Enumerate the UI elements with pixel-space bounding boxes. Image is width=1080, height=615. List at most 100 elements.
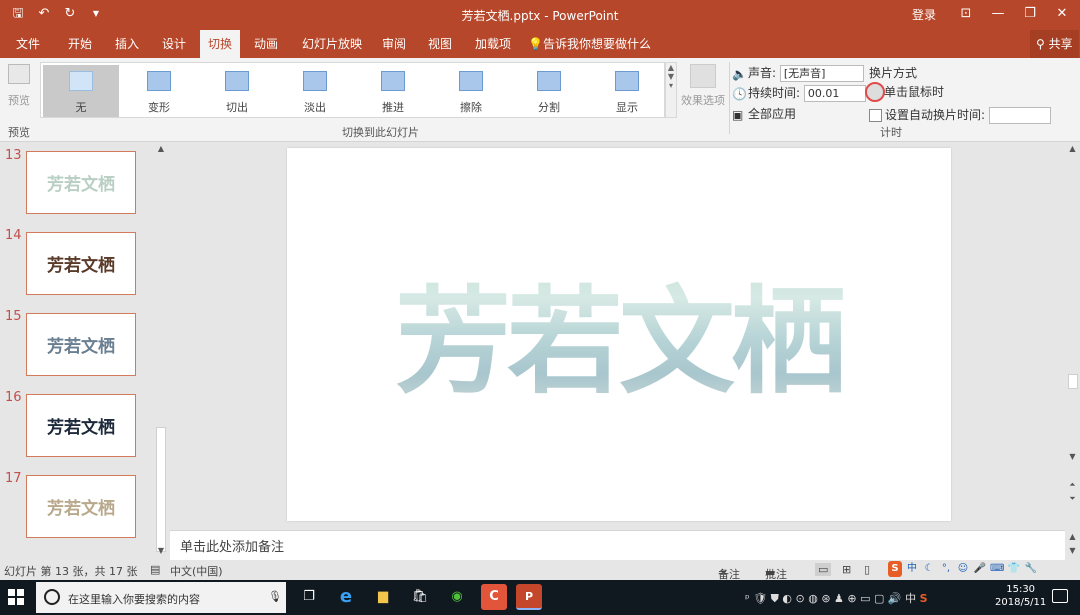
transition-wipe[interactable]: 擦除 bbox=[433, 65, 509, 117]
reading-view-icon[interactable]: ▯ bbox=[864, 563, 870, 576]
after-time-spinner[interactable] bbox=[988, 107, 1051, 124]
editor-scrollbar[interactable]: ▲ ▼ ⏶ ⏷ ▲ ▼ bbox=[1065, 142, 1080, 560]
transition-reveal[interactable]: 显示 bbox=[589, 65, 665, 117]
apply-all-button[interactable]: ▣ 全部应用 bbox=[732, 105, 796, 122]
transition-split[interactable]: 分割 bbox=[511, 65, 587, 117]
tab-insert[interactable]: 插入 bbox=[107, 30, 147, 58]
transition-push[interactable]: 推进 bbox=[355, 65, 431, 117]
next-slide-icon[interactable]: ⏷ bbox=[1066, 494, 1079, 504]
microphone-icon[interactable]: 🎙 bbox=[268, 590, 282, 603]
tab-transitions[interactable]: 切换 bbox=[200, 30, 241, 58]
transition-cut[interactable]: 切出 bbox=[199, 65, 275, 117]
none-transition-icon bbox=[69, 71, 93, 91]
moon-icon[interactable]: ☾ bbox=[922, 561, 936, 577]
transition-morph[interactable]: 变形 bbox=[121, 65, 197, 117]
thumbnail-scrollbar[interactable]: ▲ ▼ bbox=[153, 142, 169, 560]
slide-title-text[interactable]: 芳若文栖 bbox=[287, 248, 951, 416]
after-time-checkbox[interactable] bbox=[869, 109, 882, 122]
window-controls: ⊡ — ❐ ✕ bbox=[950, 4, 1078, 24]
cortana-icon bbox=[44, 589, 60, 605]
sound-dropdown[interactable]: [无声音] bbox=[779, 65, 864, 82]
duration-spinner[interactable]: 00.01 bbox=[803, 85, 866, 102]
slide-thumbnail[interactable]: 芳若文栖 bbox=[26, 313, 136, 376]
tab-view[interactable]: 视图 bbox=[420, 30, 460, 58]
browser-360-icon[interactable]: ◉ bbox=[444, 584, 470, 610]
scroll-up-icon[interactable]: ▲ bbox=[1066, 532, 1079, 541]
preview-button[interactable]: 预览 bbox=[4, 64, 34, 108]
taskbar-clock[interactable]: 15:30 2018/5/11 bbox=[995, 583, 1046, 609]
taskbar-search-box[interactable]: 在这里输入你要搜索的内容 🎙 bbox=[36, 582, 286, 613]
status-bar: 幻灯片 第 13 张，共 17 张 ▤ 中文(中国) ≐ 备注 ▬ 批注 ▭ ⊞… bbox=[0, 560, 1080, 581]
sogou-ime-icon[interactable]: S bbox=[888, 561, 902, 577]
slide-sorter-icon[interactable]: ⊞ bbox=[842, 563, 851, 576]
slide-thumbnail[interactable]: 芳若文栖 bbox=[26, 151, 136, 214]
powerpoint-taskbar-icon[interactable]: P bbox=[516, 584, 542, 610]
tools-icon[interactable]: 🔧 bbox=[1024, 561, 1038, 577]
action-center-icon[interactable] bbox=[1052, 589, 1068, 603]
scroll-up-icon[interactable]: ▲ bbox=[155, 144, 167, 153]
scroll-down-icon[interactable]: ▼ bbox=[1066, 452, 1079, 461]
transition-none[interactable]: 无 bbox=[43, 65, 119, 117]
edge-browser-icon[interactable]: e bbox=[333, 584, 359, 610]
scroll-thumb[interactable] bbox=[1068, 374, 1078, 389]
ribbon-display-options-icon[interactable]: ⊡ bbox=[950, 4, 982, 24]
notes-pane[interactable]: 单击此处添加备注 bbox=[170, 530, 1065, 560]
group-label-transitions: 切换到此幻灯片 bbox=[342, 126, 419, 139]
tray-icons[interactable]: 🛡 ⛊ ◐ ⊙ ◍ ⊛ ♟ ⊕ ▭ ▢ 🔊 bbox=[753, 592, 905, 605]
ime-mode-icon[interactable]: 中 bbox=[905, 561, 919, 577]
keyboard-icon[interactable]: ⌨ bbox=[990, 561, 1004, 577]
store-icon[interactable]: 🛍 bbox=[407, 584, 433, 610]
punctuation-icon[interactable]: °, bbox=[939, 561, 953, 577]
minimize-button[interactable]: — bbox=[982, 4, 1014, 24]
people-icon[interactable]: ᵖ bbox=[745, 592, 753, 605]
after-time-option[interactable]: 设置自动换片时间: bbox=[869, 106, 1051, 124]
scroll-up-icon[interactable]: ▲ bbox=[1066, 144, 1079, 153]
scroll-down-icon[interactable]: ▼ bbox=[1066, 546, 1079, 555]
windows-start-icon[interactable] bbox=[8, 589, 24, 605]
slide-thumbnail[interactable]: 芳若文栖 bbox=[26, 394, 136, 457]
close-button[interactable]: ✕ bbox=[1046, 4, 1078, 24]
previous-slide-icon[interactable]: ⏶ bbox=[1066, 480, 1079, 490]
group-label-timing: 计时 bbox=[880, 126, 902, 139]
scroll-thumb[interactable] bbox=[156, 427, 166, 552]
gallery-scrollbar[interactable]: ▲ ▼ ▾ bbox=[665, 62, 677, 118]
emoji-icon[interactable]: ☺ bbox=[956, 561, 970, 577]
on-mouse-click-option[interactable]: 单击鼠标时 bbox=[865, 82, 952, 102]
preview-icon bbox=[8, 64, 30, 84]
split-transition-icon bbox=[537, 71, 561, 91]
effect-options-button[interactable]: 效果选项 bbox=[679, 64, 727, 108]
current-slide[interactable]: 芳若文栖 bbox=[287, 148, 951, 521]
thumbnail-text: 芳若文栖 bbox=[47, 256, 115, 276]
share-button[interactable]: ⚲ 共享 bbox=[1030, 30, 1079, 58]
slide-thumbnail[interactable]: 芳若文栖 bbox=[26, 475, 136, 538]
language-indicator[interactable]: 中文(中国) bbox=[170, 563, 223, 579]
transition-fade[interactable]: 淡出 bbox=[277, 65, 353, 117]
login-button[interactable]: 登录 bbox=[912, 6, 936, 23]
spellcheck-icon[interactable]: ▤ bbox=[150, 563, 160, 576]
slide-thumbnail[interactable]: 芳若文栖 bbox=[26, 232, 136, 295]
on-mouse-click-checkbox[interactable] bbox=[865, 82, 885, 102]
tray-sogou-icon[interactable]: S bbox=[920, 592, 928, 605]
thumbnail-text: 芳若文栖 bbox=[47, 418, 115, 438]
microphone-icon[interactable]: 🎤 bbox=[973, 561, 987, 577]
camtasia-icon[interactable]: C bbox=[481, 584, 507, 610]
tab-file[interactable]: 文件 bbox=[8, 30, 48, 58]
skin-icon[interactable]: 👕 bbox=[1007, 561, 1021, 577]
tab-animations[interactable]: 动画 bbox=[246, 30, 286, 58]
tab-home[interactable]: 开始 bbox=[60, 30, 100, 58]
tray-language[interactable]: 中 bbox=[905, 592, 916, 605]
normal-view-icon[interactable]: ▭ bbox=[815, 563, 832, 576]
task-view-icon[interactable]: ❐ bbox=[296, 584, 322, 610]
tab-slideshow[interactable]: 幻灯片放映 bbox=[294, 30, 370, 58]
file-explorer-icon[interactable]: ▆ bbox=[370, 584, 396, 610]
transition-gallery: 无 变形 切出 淡出 推进 擦除 分割 显示 bbox=[40, 62, 665, 118]
search-placeholder: 在这里输入你要搜索的内容 bbox=[68, 593, 200, 606]
ribbon-tabs: 文件 开始 插入 设计 切换 动画 幻灯片放映 审阅 视图 加载项 💡告诉我你想… bbox=[0, 30, 1080, 58]
tell-me-search[interactable]: 💡告诉我你想要做什么 bbox=[528, 30, 651, 58]
restore-button[interactable]: ❐ bbox=[1014, 4, 1046, 24]
scroll-down-icon[interactable]: ▼ bbox=[155, 546, 167, 555]
notes-placeholder: 单击此处添加备注 bbox=[180, 540, 285, 555]
tab-design[interactable]: 设计 bbox=[154, 30, 194, 58]
tab-review[interactable]: 审阅 bbox=[374, 30, 414, 58]
tab-addins[interactable]: 加载项 bbox=[467, 30, 519, 58]
